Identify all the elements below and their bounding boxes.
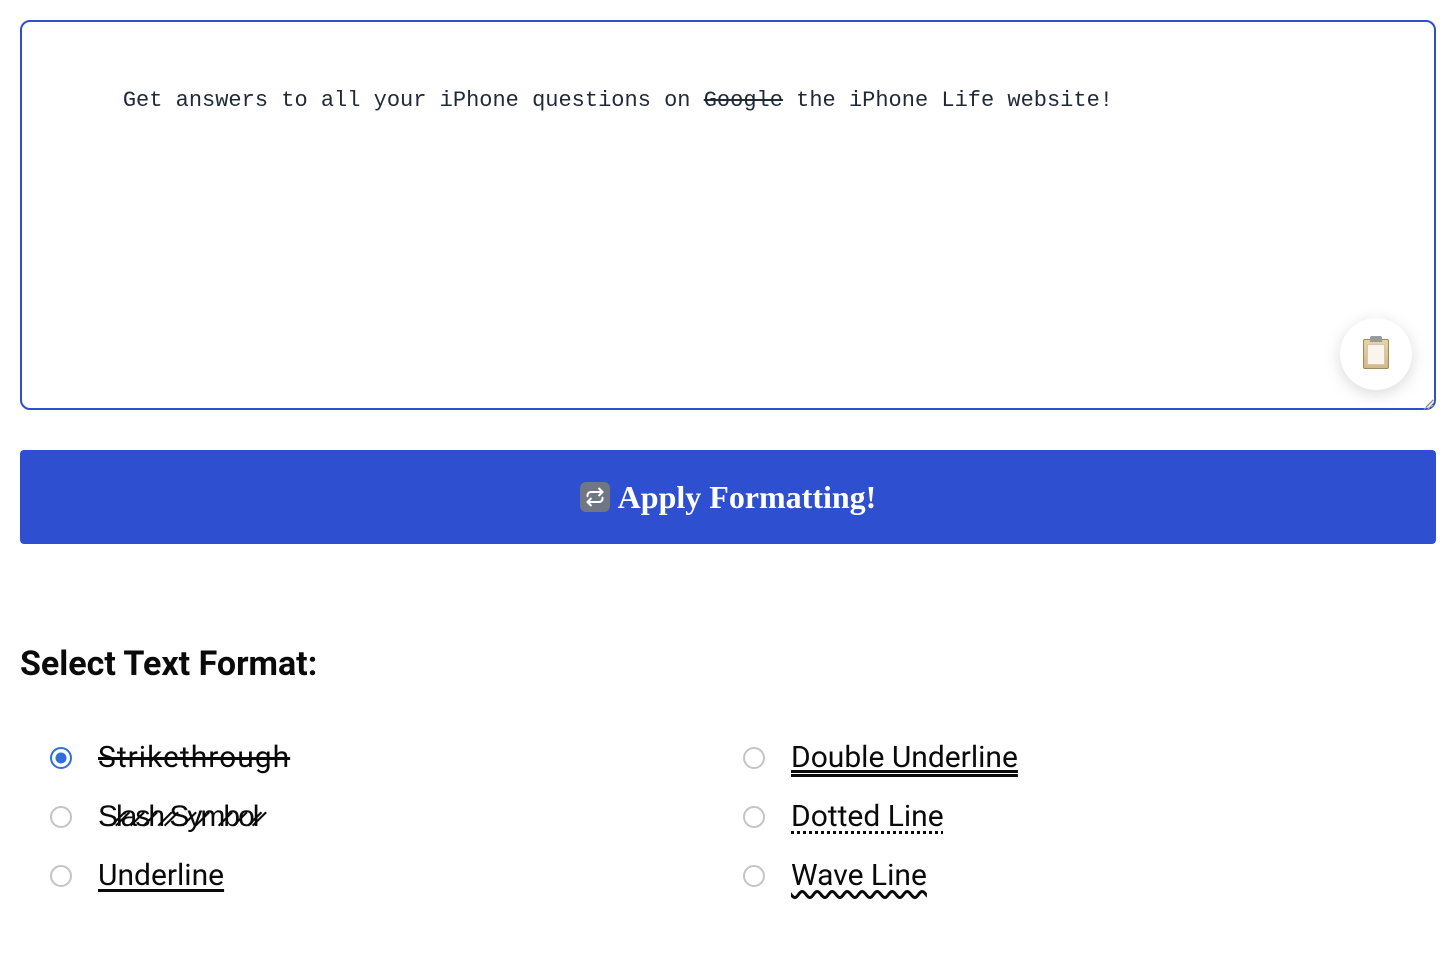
radio-dotted[interactable] — [743, 806, 765, 828]
format-option-slash[interactable]: S̷l̷a̷s̷h̷ ̷S̷y̷m̷b̷o̷l̷ — [50, 799, 743, 834]
format-label-double-underline: Double Underline — [791, 740, 1018, 775]
format-label-wave: Wave Line — [791, 858, 927, 893]
repeat-icon — [580, 482, 610, 512]
format-label-strikethrough: Strikethrough — [98, 740, 290, 775]
format-options-group: Strikethrough Double Underline S̷l̷a̷s̷h… — [20, 740, 1436, 893]
radio-slash[interactable] — [50, 806, 72, 828]
format-label-dotted: Dotted Line — [791, 799, 944, 834]
radio-strikethrough[interactable] — [50, 747, 72, 769]
format-label-slash: S̷l̷a̷s̷h̷ ̷S̷y̷m̷b̷o̷l̷ — [98, 799, 257, 834]
radio-underline[interactable] — [50, 865, 72, 887]
apply-button-label: Apply Formatting! — [618, 479, 877, 516]
format-option-underline[interactable]: Underline — [50, 858, 743, 893]
format-option-dotted[interactable]: Dotted Line — [743, 799, 1436, 834]
apply-formatting-button[interactable]: Apply Formatting! — [20, 450, 1436, 544]
output-area: Get answers to all your iPhone questions… — [20, 20, 1436, 414]
clipboard-icon — [1363, 339, 1389, 369]
format-option-wave[interactable]: Wave Line — [743, 858, 1436, 893]
section-heading: Select Text Format: — [20, 644, 1436, 684]
format-option-strikethrough[interactable]: Strikethrough — [50, 740, 743, 775]
format-option-double-underline[interactable]: Double Underline — [743, 740, 1436, 775]
radio-double-underline[interactable] — [743, 747, 765, 769]
output-textarea[interactable] — [20, 20, 1436, 410]
radio-wave[interactable] — [743, 865, 765, 887]
copy-clipboard-button[interactable] — [1340, 318, 1412, 390]
format-label-underline: Underline — [98, 858, 224, 893]
